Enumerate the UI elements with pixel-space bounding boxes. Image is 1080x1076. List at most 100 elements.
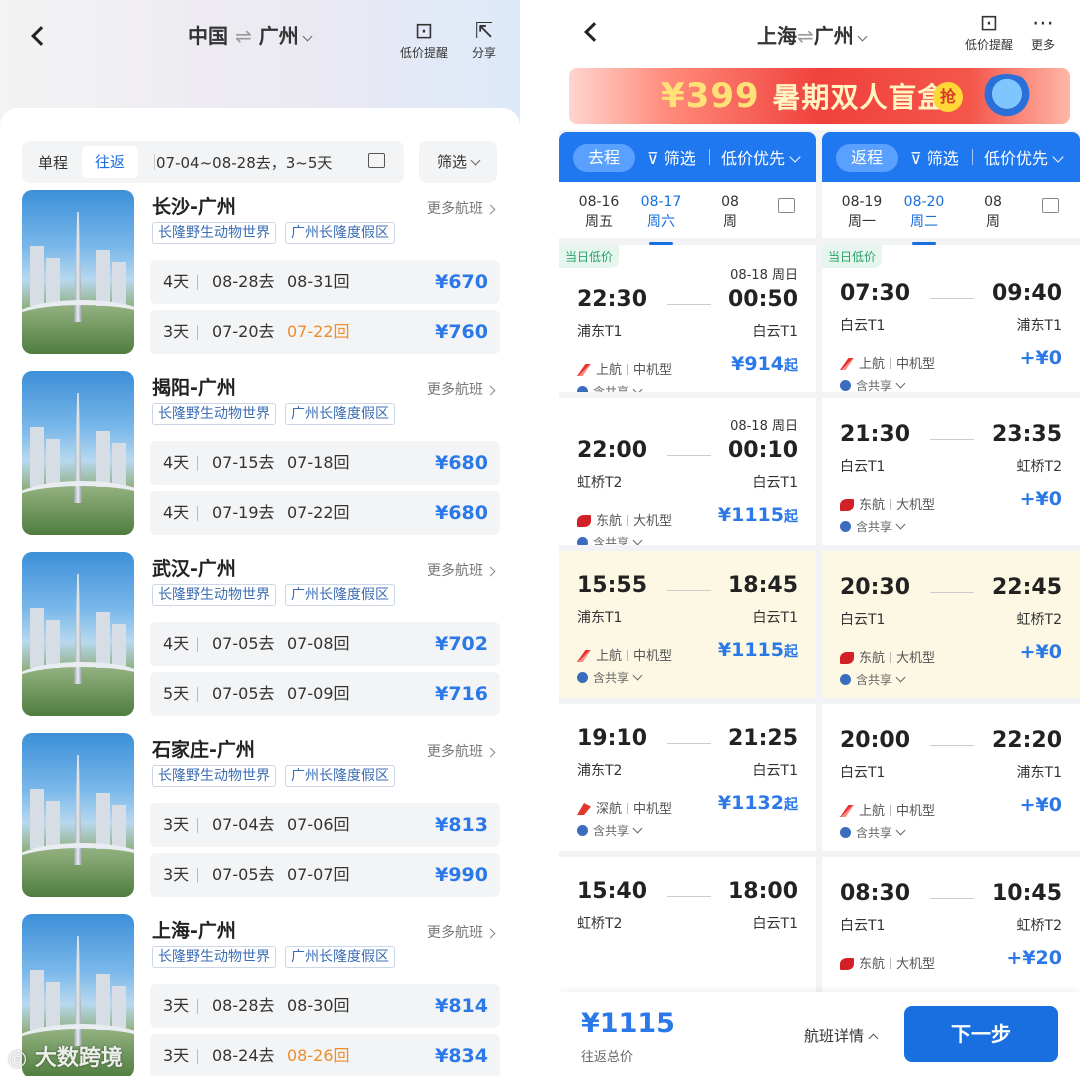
sort-dropdown[interactable]: 低价优先: [721, 145, 801, 169]
flight-card[interactable]: 当日低价 07:30 09:40 白云T1 浦东T1 上航 中机型 +¥0 含共享: [822, 245, 1080, 392]
trip-option[interactable]: 3天 08-28去 08-30回 ¥814: [150, 984, 500, 1028]
flight-price: +¥0: [1020, 488, 1062, 510]
route-line: [930, 298, 974, 299]
codeshare-toggle[interactable]: 含共享: [577, 383, 643, 392]
price-suffix: 起: [784, 644, 798, 660]
flight-price: +¥0: [1020, 347, 1062, 369]
oneway-tab[interactable]: 单程: [38, 152, 68, 173]
depart-airport: 浦东T1: [577, 324, 623, 340]
next-step-button[interactable]: 下一步: [904, 1006, 1058, 1062]
codeshare-toggle[interactable]: 含共享: [577, 534, 643, 545]
calendar-icon[interactable]: [778, 198, 795, 213]
building-shape: [112, 624, 126, 668]
codeshare-toggle[interactable]: 含共享: [840, 518, 906, 535]
divider: [197, 687, 198, 702]
trip-option[interactable]: 3天 07-20去 07-22回 ¥760: [150, 310, 500, 354]
trip-option[interactable]: 4天 07-15去 07-18回 ¥680: [150, 441, 500, 485]
date-tab[interactable]: 08 周: [715, 192, 745, 232]
trip-price: ¥834: [435, 1045, 488, 1067]
trip-option[interactable]: 4天 07-19去 07-22回 ¥680: [150, 491, 500, 535]
trip-option[interactable]: 3天 07-05去 07-07回 ¥990: [150, 853, 500, 897]
price-alert-button[interactable]: ⊡ 低价提醒: [396, 20, 452, 61]
depart-airport: 白云T1: [840, 918, 886, 934]
route-card[interactable]: 揭阳-广州 更多航班 长隆野生动物世界 广州长隆度假区 4天 07-15去 07-18回 ¥6…: [22, 371, 500, 541]
arrive-time: 22:45: [991, 575, 1062, 600]
trip-option[interactable]: 5天 07-05去 07-09回 ¥716: [150, 672, 500, 716]
codeshare-toggle[interactable]: 含共享: [840, 824, 906, 841]
flight-card[interactable]: 15:40 18:00 虹桥T2 白云T1: [559, 857, 816, 992]
chevron-down-icon: [895, 378, 906, 389]
route-title[interactable]: 中国 ⇌ 广州: [188, 20, 313, 49]
depart-date: 07-20去: [212, 322, 275, 341]
trip-price: ¥716: [435, 683, 488, 705]
more-flights-link[interactable]: 更多航班: [427, 922, 496, 942]
roundtrip-tab[interactable]: 往返: [82, 146, 138, 178]
return-pill[interactable]: 返程: [836, 144, 898, 172]
next-day-label: 08-18 周日: [730, 268, 798, 283]
route-card[interactable]: 长沙-广州 更多航班 长隆野生动物世界 广州长隆度假区 4天 08-28去 08-31回 ¥6…: [22, 190, 500, 360]
route-card[interactable]: 石家庄-广州 更多航班 长隆野生动物世界 广州长隆度假区 3天 07-04去 07-06回 ¥…: [22, 733, 500, 903]
building-shape: [96, 431, 110, 487]
trip-option[interactable]: 3天 07-04去 07-06回 ¥813: [150, 803, 500, 847]
divider: [197, 325, 198, 340]
trip-option[interactable]: 3天 08-24去 08-26回 ¥834: [150, 1034, 500, 1076]
more-flights-link[interactable]: 更多航班: [427, 379, 496, 399]
trip-price: ¥670: [435, 271, 488, 293]
flight-details-toggle[interactable]: 航班详情: [804, 1025, 879, 1046]
flight-card[interactable]: 21:30 23:35 白云T1 虹桥T2 东航 大机型 +¥0 含共享: [822, 398, 1080, 545]
flight-card[interactable]: 19:10 21:25 浦东T2 白云T1 深航 中机型 ¥1132起 含共享: [559, 704, 816, 851]
depart-airport: 白云T1: [840, 318, 886, 334]
date-tab[interactable]: 08-19 周一: [832, 192, 892, 232]
route-card[interactable]: 武汉-广州 更多航班 长隆野生动物世界 广州长隆度假区 4天 07-05去 07-08回 ¥7…: [22, 552, 500, 722]
codeshare-toggle[interactable]: 含共享: [840, 377, 906, 392]
divider: [197, 456, 198, 471]
filter-button[interactable]: ⊽ 筛选: [647, 145, 696, 169]
trip-option[interactable]: 4天 08-28去 08-31回 ¥670: [150, 260, 500, 304]
divider: [627, 803, 629, 814]
date-tab[interactable]: 08-17 周六: [631, 192, 691, 245]
chevron-right-icon: [485, 928, 496, 939]
more-flights-link[interactable]: 更多航班: [427, 741, 496, 761]
flight-card[interactable]: 08:30 10:45 白云T1 虹桥T2 东航 大机型 +¥20: [822, 857, 1080, 992]
route-line: [667, 743, 711, 744]
building-shape: [30, 246, 44, 306]
date-range[interactable]: 07-04~08-28去，3~5天: [156, 152, 332, 173]
date-label: 08: [721, 194, 739, 210]
return-header: 返程 ⊽ 筛选 低价优先: [822, 132, 1080, 182]
calendar-icon[interactable]: [368, 153, 385, 168]
airline-info: 上航 中机型: [840, 800, 935, 819]
filter-button[interactable]: ⊽ 筛选: [910, 145, 959, 169]
grab-badge: 抢: [933, 82, 963, 112]
flight-card[interactable]: 15:55 18:45 浦东T1 白云T1 上航 中机型 ¥1115起 含共享: [559, 551, 816, 698]
flight-card[interactable]: 20:00 22:20 白云T1 浦东T1 上航 中机型 +¥0 含共享: [822, 704, 1080, 851]
codeshare-label: 含共享: [593, 824, 630, 838]
flight-card[interactable]: 20:30 22:45 白云T1 虹桥T2 东航 大机型 +¥0 含共享: [822, 551, 1080, 698]
divider: [197, 637, 198, 652]
date-tab[interactable]: 08-16 周五: [569, 192, 629, 232]
return-date: 07-22回: [287, 503, 350, 522]
codeshare-toggle[interactable]: 含共享: [840, 671, 906, 688]
calendar-icon[interactable]: [1042, 198, 1059, 213]
codeshare-toggle[interactable]: 含共享: [577, 822, 643, 839]
date-tab[interactable]: 08 周: [978, 192, 1008, 232]
outbound-pill[interactable]: 去程: [573, 144, 635, 172]
sort-dropdown[interactable]: 低价优先: [984, 145, 1064, 169]
flight-card[interactable]: 当日低价 22:30 00:50 08-18 周日 浦东T1 白云T1 上航 中机型 ¥914起…: [559, 245, 816, 392]
codeshare-toggle[interactable]: 含共享: [577, 669, 643, 686]
origin-label: 中国: [188, 24, 228, 48]
date-tab[interactable]: 08-20 周二: [894, 192, 954, 245]
total-price-label: 往返总价: [581, 1050, 634, 1065]
promo-banner[interactable]: ¥399 暑期双人盲盒 抢: [569, 68, 1070, 124]
tag-attraction: 长隆野生动物世界: [152, 403, 276, 425]
more-flights-link[interactable]: 更多航班: [427, 560, 496, 580]
more-button[interactable]: ⋯ 更多: [1025, 12, 1061, 53]
price-alert-button[interactable]: ⊡ 低价提醒: [961, 12, 1017, 53]
trip-option[interactable]: 4天 07-05去 07-08回 ¥702: [150, 622, 500, 666]
trip-duration: 4天: [163, 503, 190, 522]
airline-info: 深航 中机型: [577, 798, 672, 817]
route-title[interactable]: 上海⇌广州: [757, 20, 868, 49]
flight-card[interactable]: 22:00 00:10 08-18 周日 虹桥T2 白云T1 东航 大机型 ¥1115起 含共享: [559, 398, 816, 545]
more-flights-link[interactable]: 更多航班: [427, 198, 496, 218]
share-button[interactable]: ⇱ 分享: [466, 20, 502, 61]
filter-button[interactable]: 筛选: [419, 141, 497, 183]
